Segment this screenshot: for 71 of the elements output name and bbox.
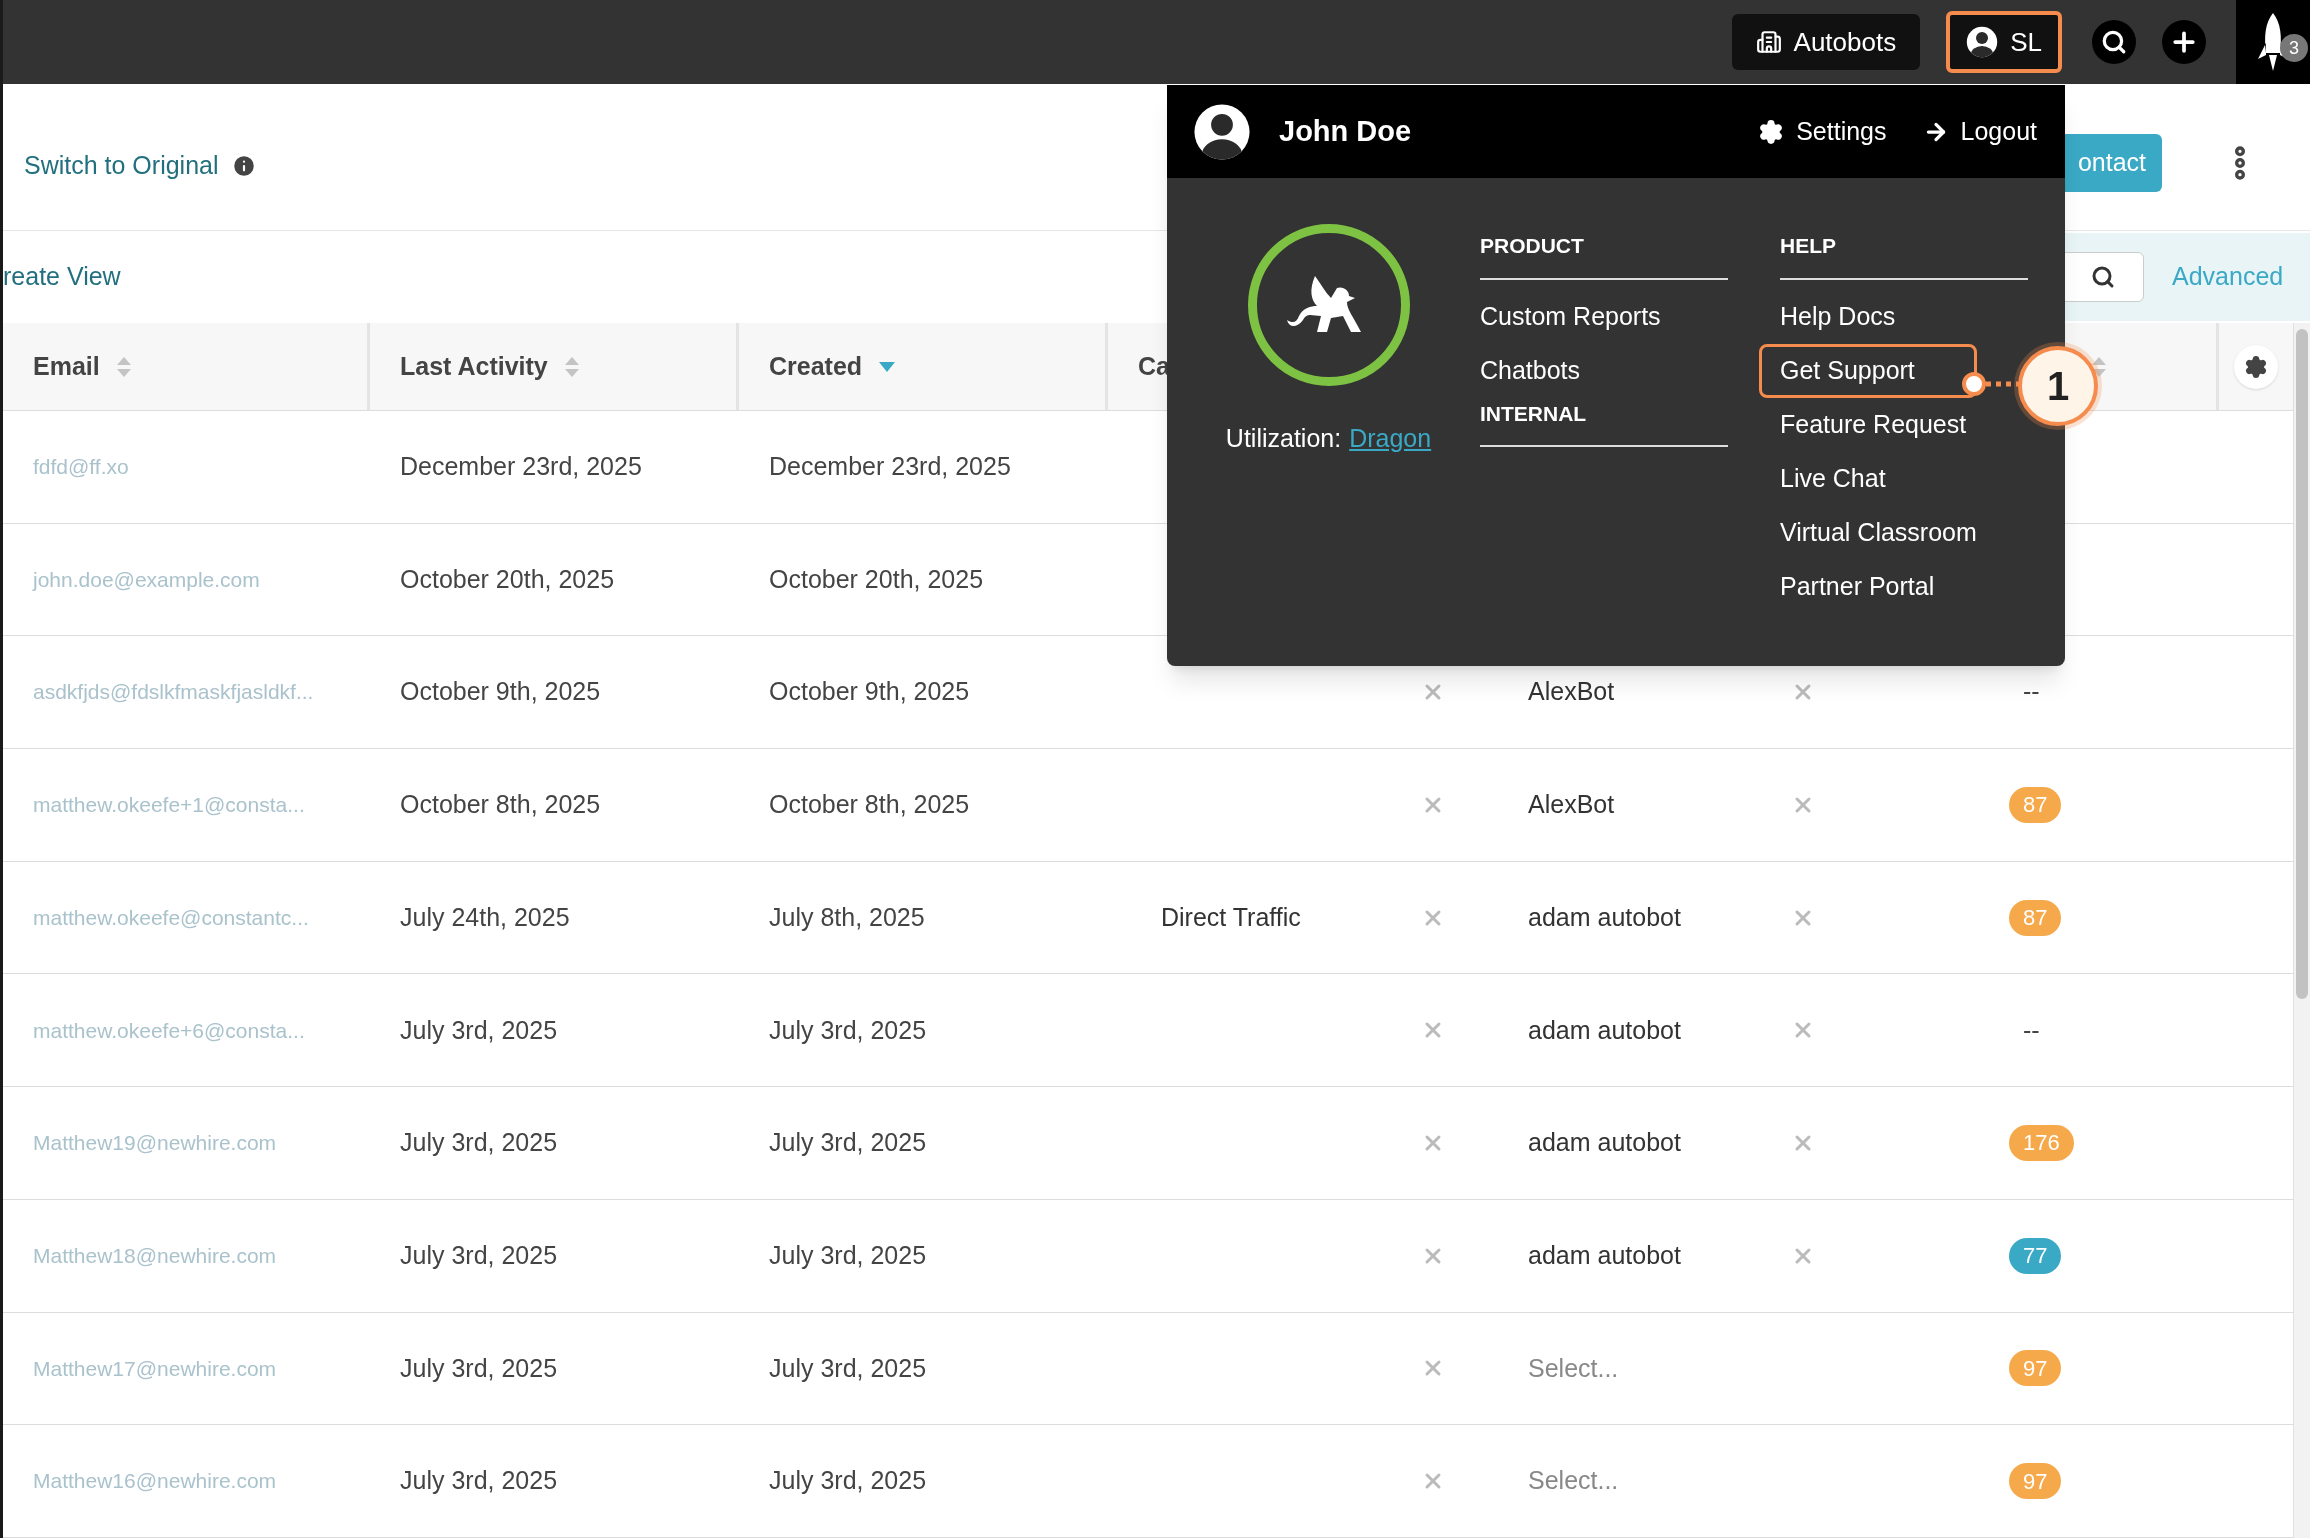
date-cell-text: October 8th, 2025 bbox=[769, 789, 970, 821]
menu-item[interactable]: Partner Portal bbox=[1759, 559, 1977, 614]
menu-section-title: PRODUCT bbox=[1480, 234, 1584, 257]
bot-select[interactable]: adam autobot bbox=[1528, 1011, 1681, 1050]
email-cell-text: asdkfjds@fdslkfmaskfjasldkf... bbox=[33, 679, 314, 706]
menu-item[interactable]: Feature Request bbox=[1759, 397, 1977, 452]
date-cell-text: July 3rd, 2025 bbox=[769, 1127, 927, 1159]
email-cell-text: fdfd@ff.xo bbox=[33, 454, 129, 481]
date-cell-text: December 23rd, 2025 bbox=[400, 451, 642, 483]
date-cell-text: July 3rd, 2025 bbox=[400, 1127, 558, 1159]
date-cell-text: July 3rd, 2025 bbox=[769, 1014, 927, 1046]
account-button[interactable]: Autobots bbox=[1731, 14, 1921, 70]
date-cell-text: July 3rd, 2025 bbox=[400, 1014, 558, 1046]
email-cell-text: matthew.okeefe+1@consta... bbox=[33, 792, 305, 819]
menu-item[interactable]: Live Chat bbox=[1759, 451, 1977, 506]
date-cell-text: October 20th, 2025 bbox=[769, 563, 984, 595]
email-cell-text: Matthew19@newhire.com bbox=[33, 1130, 277, 1157]
date-cell-text: October 9th, 2025 bbox=[400, 676, 601, 708]
email-cell-text: Matthew18@newhire.com bbox=[33, 1242, 277, 1269]
date-cell-text: July 3rd, 2025 bbox=[769, 1239, 927, 1271]
date-cell-text: July 24th, 2025 bbox=[400, 901, 570, 933]
menu-item[interactable]: Chatbots bbox=[1459, 343, 1677, 398]
menu-item[interactable]: Help Docs bbox=[1759, 289, 1977, 344]
bot-select[interactable]: Select... bbox=[1528, 1462, 1619, 1500]
score-badge: 77 bbox=[2009, 1237, 2062, 1274]
score-badge: 176 bbox=[2009, 1124, 2074, 1161]
bot-select[interactable]: Select... bbox=[1528, 1349, 1619, 1388]
column-header[interactable]: Email bbox=[33, 347, 100, 386]
email-cell-text: matthew.okeefe+6@consta... bbox=[33, 1017, 305, 1044]
create-view-link[interactable]: reate View bbox=[3, 258, 121, 296]
score-badge: 97 bbox=[2009, 1463, 2062, 1500]
launch-panel[interactable]: 3 bbox=[2236, 0, 2310, 84]
utilization-label: Utilization: bbox=[1225, 423, 1342, 454]
date-cell-text: July 3rd, 2025 bbox=[400, 1239, 558, 1271]
bot-select[interactable]: adam autobot bbox=[1528, 898, 1681, 937]
bot-select[interactable]: adam autobot bbox=[1528, 1124, 1681, 1162]
score-badge: 97 bbox=[2009, 1350, 2062, 1387]
date-cell-text: July 3rd, 2025 bbox=[769, 1352, 927, 1384]
notification-count: 3 bbox=[2280, 34, 2308, 62]
menu-section-title: INTERNAL bbox=[1480, 401, 1587, 425]
menu-item[interactable]: Custom Reports bbox=[1459, 289, 1677, 344]
user-button[interactable]: SL bbox=[1946, 11, 2062, 73]
date-cell-text: October 8th, 2025 bbox=[400, 789, 601, 821]
email-cell-text: Matthew17@newhire.com bbox=[33, 1355, 277, 1382]
column-header[interactable]: Created bbox=[769, 347, 863, 386]
score-badge: 87 bbox=[2009, 786, 2062, 823]
bot-select[interactable]: AlexBot bbox=[1528, 673, 1615, 711]
email-cell-text: john.doe@example.com bbox=[33, 566, 260, 593]
date-cell-text: July 3rd, 2025 bbox=[400, 1352, 558, 1384]
email-cell-text: Matthew16@newhire.com bbox=[33, 1468, 277, 1495]
bot-select[interactable]: adam autobot bbox=[1528, 1236, 1681, 1275]
date-cell-text: October 9th, 2025 bbox=[769, 676, 970, 708]
user-name: John Doe bbox=[1279, 113, 1412, 149]
score-text: -- bbox=[2022, 1014, 2040, 1046]
date-cell-text: December 23rd, 2025 bbox=[769, 451, 1011, 483]
score-badge: 87 bbox=[2009, 899, 2062, 936]
email-cell-text: matthew.okeefe@constantc... bbox=[33, 904, 309, 931]
date-cell-text: July 3rd, 2025 bbox=[769, 1465, 927, 1497]
bot-select[interactable]: AlexBot bbox=[1528, 786, 1615, 824]
logout-link[interactable]: Logout bbox=[1922, 112, 2037, 151]
switch-view-link[interactable]: Switch to Original bbox=[24, 147, 219, 185]
utilization-link[interactable]: Dragon bbox=[1349, 420, 1432, 458]
score-text: -- bbox=[2022, 676, 2040, 708]
date-cell-text: July 3rd, 2025 bbox=[400, 1465, 558, 1497]
menu-section-title: HELP bbox=[1780, 234, 1836, 257]
date-cell-text: July 8th, 2025 bbox=[769, 901, 925, 933]
menu-item[interactable]: Virtual Classroom bbox=[1759, 505, 1977, 560]
column-header[interactable]: Last Activity bbox=[400, 347, 548, 386]
table-cell-text: Direct Traffic bbox=[1161, 901, 1301, 933]
date-cell-text: October 20th, 2025 bbox=[400, 563, 615, 595]
settings-link[interactable]: Settings bbox=[1758, 112, 1887, 151]
